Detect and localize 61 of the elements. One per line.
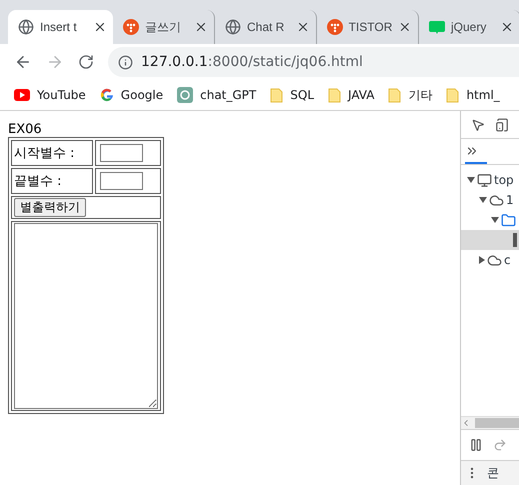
expander-icon[interactable] bbox=[491, 217, 499, 223]
bookmark[interactable]: 기타 bbox=[388, 86, 432, 104]
drawer-tab[interactable]: 콘 bbox=[487, 464, 499, 482]
bookmark[interactable]: YouTube bbox=[14, 88, 86, 102]
url-text: 127.0.0.1:8000/static/jq06.html bbox=[141, 54, 363, 70]
expander-icon[interactable] bbox=[479, 256, 485, 264]
tab-title: TISTOR bbox=[348, 20, 392, 34]
speech-bubble-icon bbox=[429, 19, 445, 35]
address-bar[interactable]: 127.0.0.1:8000/static/jq06.html bbox=[108, 47, 519, 77]
tree-label: top bbox=[494, 173, 514, 187]
browser-tab[interactable]: jQuery bbox=[419, 10, 519, 44]
tree-label: c bbox=[504, 253, 511, 267]
input-field[interactable] bbox=[100, 144, 144, 162]
close-icon[interactable] bbox=[296, 20, 310, 34]
globe-icon bbox=[225, 19, 241, 35]
bookmark[interactable]: Google bbox=[100, 88, 164, 102]
tree-row[interactable]: top bbox=[461, 170, 519, 190]
pause-icon[interactable] bbox=[469, 438, 483, 452]
bookmark[interactable]: SQL bbox=[270, 88, 314, 102]
inspect-icon[interactable] bbox=[471, 118, 485, 132]
bookmark[interactable]: JAVA bbox=[328, 88, 374, 102]
back-icon[interactable] bbox=[14, 53, 32, 71]
folder-icon bbox=[446, 88, 460, 102]
expander-icon[interactable] bbox=[479, 197, 487, 203]
bookmark[interactable]: html_ bbox=[446, 88, 500, 102]
folder-icon bbox=[501, 212, 516, 228]
bookmark[interactable]: chat_GPT bbox=[177, 87, 256, 103]
folder-icon bbox=[270, 88, 284, 102]
cloud-icon bbox=[487, 252, 502, 268]
globe-icon bbox=[18, 19, 34, 35]
tree-row[interactable]: c bbox=[461, 250, 519, 270]
close-icon[interactable] bbox=[194, 20, 208, 34]
play-icon bbox=[14, 89, 30, 101]
close-icon[interactable] bbox=[93, 20, 107, 34]
tab-title: Insert t bbox=[40, 20, 78, 34]
browser-tab[interactable]: Insert t bbox=[8, 10, 113, 44]
g-logo-icon bbox=[100, 88, 114, 102]
expander-icon[interactable] bbox=[467, 177, 475, 183]
device-icon[interactable] bbox=[495, 118, 509, 132]
info-icon[interactable] bbox=[118, 54, 133, 70]
cloud-icon bbox=[489, 192, 504, 208]
page-heading: EX06 bbox=[8, 122, 43, 137]
browser-tab[interactable]: 글쓰기 bbox=[113, 10, 215, 44]
browser-tab[interactable]: Chat R bbox=[215, 10, 317, 44]
folder-icon bbox=[328, 88, 342, 102]
tree-row[interactable] bbox=[461, 230, 519, 250]
tab-title: Chat R bbox=[247, 20, 286, 34]
tab-title: jQuery bbox=[451, 20, 488, 34]
print-stars-button[interactable]: 별출력하기 bbox=[14, 198, 86, 217]
folder-icon bbox=[388, 88, 402, 102]
reload-icon[interactable] bbox=[78, 54, 94, 70]
close-icon[interactable] bbox=[500, 20, 514, 34]
scrollbar-thumb[interactable] bbox=[475, 418, 519, 428]
browser-tab[interactable]: TISTOR bbox=[317, 10, 419, 44]
table-cell: 끝별수 : bbox=[11, 168, 94, 194]
tree-label: 1 bbox=[506, 193, 514, 207]
tree-row[interactable]: 1 bbox=[461, 190, 519, 210]
table-cell: 시작별수 : bbox=[11, 140, 94, 166]
input-field[interactable] bbox=[100, 172, 144, 190]
frame-icon bbox=[477, 172, 492, 188]
tab-title: 글쓰기 bbox=[145, 18, 182, 36]
